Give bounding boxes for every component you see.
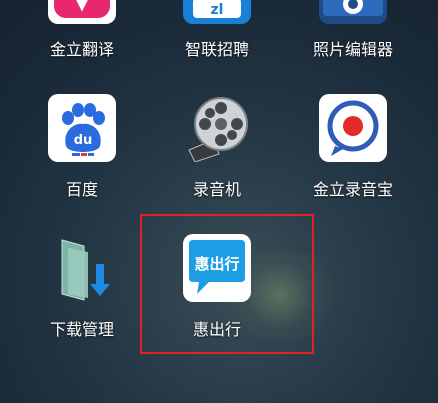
app-label: 惠出行: [192, 320, 241, 339]
huichuxing-logo-text: 惠出行: [194, 255, 239, 273]
baidu-icon[interactable]: du: [48, 94, 116, 162]
app-label: 照片编辑器: [312, 40, 393, 59]
app-label: 金立录音宝: [312, 180, 393, 199]
huichuxing-icon[interactable]: 惠出行: [183, 234, 251, 302]
download-folder-icon[interactable]: [48, 234, 116, 302]
film-reel-icon[interactable]: [183, 94, 251, 163]
photo-editor-icon[interactable]: [319, 0, 387, 24]
app-label: 智联招聘: [184, 40, 249, 59]
svg-text:zl: zl: [211, 2, 224, 18]
baidu-logo-text: du: [74, 133, 93, 148]
app-label: 下载管理: [49, 320, 114, 339]
record-icon[interactable]: [319, 94, 387, 162]
zhaopin-icon[interactable]: zl: [183, 0, 251, 24]
translate-icon[interactable]: [48, 0, 116, 24]
app-label: 金立翻译: [49, 40, 114, 59]
app-label: 百度: [65, 180, 98, 199]
app-label: 录音机: [192, 180, 241, 199]
